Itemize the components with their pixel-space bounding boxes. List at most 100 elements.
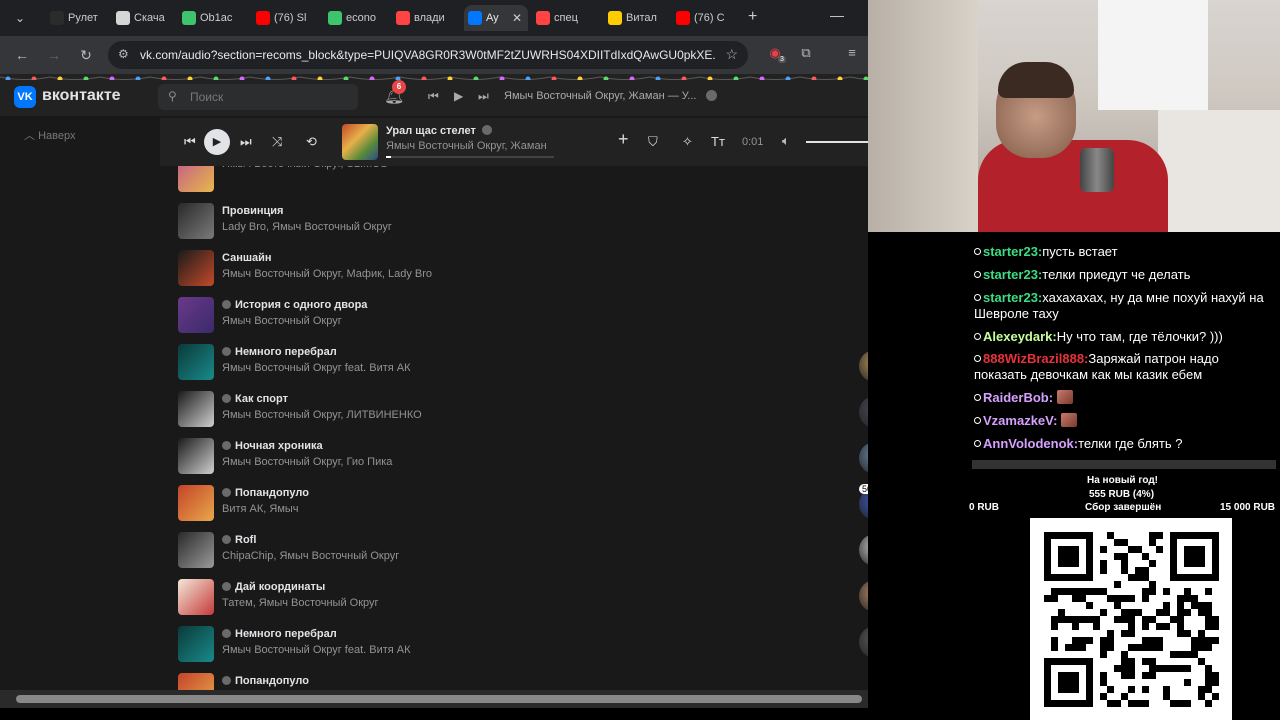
recommendations-sparkle-icon[interactable]: ✧	[682, 134, 693, 150]
track-row[interactable]: История с одного двора Ямыч Восточный Окр…	[160, 291, 860, 338]
vk-logo-text[interactable]: вконтакте	[42, 87, 121, 105]
track-row[interactable]: Ямыч Восточный Округ, SLIMUS	[160, 166, 860, 197]
tab-close-icon[interactable]: ✕	[512, 5, 522, 31]
track-row[interactable]: Провинция Lady Bro, Ямыч Восточный Округ	[160, 197, 860, 244]
track-title[interactable]: Провинция	[222, 205, 283, 217]
track-cover[interactable]	[178, 579, 214, 615]
tab-1[interactable]: Рулет	[46, 5, 106, 31]
track-cover[interactable]	[178, 166, 214, 192]
vk-logo-icon[interactable]: VK	[14, 86, 36, 108]
track-artist[interactable]: Ямыч Восточный Округ, ЛИТВИНЕНКО	[222, 409, 422, 421]
track-row[interactable]: Попандопуло Витя АК, Ямыч	[160, 479, 860, 526]
track-artist[interactable]: Ямыч Восточный Округ	[222, 315, 342, 327]
track-title[interactable]: Как спорт	[222, 393, 288, 405]
forward-icon[interactable]: →	[44, 45, 64, 65]
track-artist[interactable]: Ямыч Восточный Округ, SLIMUS	[222, 166, 387, 170]
scrollbar-thumb[interactable]	[16, 695, 862, 703]
avatar[interactable]	[859, 626, 868, 658]
track-cover[interactable]	[178, 485, 214, 521]
track-row[interactable]: Саншайн Ямыч Восточный Округ, Мафик, Lady…	[160, 244, 860, 291]
tab-2[interactable]: Скача	[112, 5, 172, 31]
header-play-icon[interactable]: ▶	[454, 89, 463, 103]
search-input[interactable]: ⚲ Поиск	[158, 84, 358, 110]
track-title[interactable]: Попандопуло	[222, 487, 309, 499]
menu-icon[interactable]: ≡	[843, 45, 861, 63]
track-artist[interactable]: ChipaChip, Ямыч Восточный Округ	[222, 550, 399, 562]
tab-6[interactable]: влади	[392, 5, 452, 31]
site-info-icon[interactable]: ⚙	[118, 47, 129, 61]
track-title[interactable]: Rofl	[222, 534, 256, 546]
track-cover[interactable]	[178, 344, 214, 380]
prev-track-icon[interactable]: ⏮	[184, 134, 196, 150]
tab-5[interactable]: econo	[324, 5, 384, 31]
scroll-to-top-link[interactable]: ︿ Наверх	[24, 127, 75, 143]
extensions-puzzle-icon[interactable]: ⧉	[797, 45, 815, 63]
avatar[interactable]	[859, 350, 868, 382]
track-cover[interactable]	[178, 626, 214, 662]
track-artist[interactable]: Ямыч Восточный Округ, Гио Пика	[222, 456, 392, 468]
track-row[interactable]: Как спорт Ямыч Восточный Округ, ЛИТВИНЕНК…	[160, 385, 860, 432]
next-track-icon[interactable]: ⏭	[240, 134, 252, 150]
track-artist[interactable]: Ямыч Восточный Округ feat. Витя АК	[222, 644, 411, 656]
qr-module	[1114, 616, 1121, 623]
now-playing-title[interactable]: Урал щас стелет	[386, 125, 492, 137]
track-cover[interactable]	[178, 438, 214, 474]
bookmark-star-icon[interactable]: ☆	[725, 46, 738, 63]
track-artist[interactable]: Витя АК, Ямыч	[222, 503, 299, 515]
tab-7[interactable]: Ay ✕	[464, 5, 528, 31]
minimize-icon[interactable]: —	[830, 7, 844, 23]
track-artist[interactable]: Lady Bro, Ямыч Восточный Округ	[222, 221, 392, 233]
track-title[interactable]: Немного перебрал	[222, 346, 337, 358]
avatar[interactable]	[859, 580, 868, 612]
now-playing-artist[interactable]: Ямыч Восточный Округ, Жаман	[386, 140, 547, 152]
play-button[interactable]: ▶	[204, 129, 230, 155]
track-cover[interactable]	[178, 250, 214, 286]
avatar[interactable]	[859, 534, 868, 566]
tab-3[interactable]: Ob1ac	[178, 5, 238, 31]
add-icon[interactable]: +	[618, 129, 629, 150]
qr-module	[1093, 588, 1100, 595]
track-row[interactable]: Дай координаты Татем, Ямыч Восточный Окру…	[160, 573, 860, 620]
track-cover[interactable]	[178, 391, 214, 427]
address-bar[interactable]: ⚙ vk.com/audio?section=recoms_block&type…	[108, 41, 748, 69]
header-now-playing[interactable]: Ямыч Восточный Округ, Жаман — У...	[504, 90, 717, 102]
track-cover[interactable]	[178, 203, 214, 239]
track-title[interactable]: Немного перебрал	[222, 628, 337, 640]
avatar[interactable]	[859, 396, 868, 428]
repeat-icon[interactable]: ⟲	[306, 134, 317, 150]
track-title[interactable]: Дай координаты	[222, 581, 325, 593]
track-title[interactable]: История с одного двора	[222, 299, 367, 311]
avatar[interactable]	[859, 442, 868, 474]
track-row[interactable]: Ночная хроника Ямыч Восточный Округ, Гио …	[160, 432, 860, 479]
url-text[interactable]: vk.com/audio?section=recoms_block&type=P…	[140, 48, 715, 62]
horizontal-scrollbar[interactable]	[0, 690, 868, 708]
track-cover[interactable]	[178, 532, 214, 568]
tab-4[interactable]: (76) Sl	[252, 5, 312, 31]
reload-icon[interactable]: ↻	[76, 45, 96, 65]
header-next-icon[interactable]: ⏭	[478, 89, 489, 104]
header-prev-icon[interactable]: ⏮	[428, 89, 439, 104]
track-artist[interactable]: Ямыч Восточный Округ feat. Витя АК	[222, 362, 411, 374]
chat-message: starter23:пусть встает	[974, 244, 1274, 260]
track-row[interactable]: Немного перебрал Ямыч Восточный Округ fea…	[160, 620, 860, 667]
progress-bar[interactable]	[386, 156, 554, 158]
lyrics-icon[interactable]: Tт	[711, 134, 725, 149]
track-row[interactable]: Немного перебрал Ямыч Восточный Округ fea…	[160, 338, 860, 385]
tab-search-icon[interactable]: ⌄	[10, 8, 30, 28]
back-icon[interactable]: ←	[12, 45, 32, 65]
track-row[interactable]: Rofl ChipaChip, Ямыч Восточный Округ	[160, 526, 860, 573]
dislike-icon[interactable]: ⛉	[648, 134, 658, 150]
new-tab-icon[interactable]: +	[748, 7, 757, 27]
shuffle-icon[interactable]: ⤨	[272, 134, 282, 150]
tab-9[interactable]: Витал	[604, 5, 664, 31]
volume-icon[interactable]: 🔈︎	[782, 133, 790, 149]
track-title[interactable]: Ночная хроника	[222, 440, 323, 452]
tab-10[interactable]: (76) C	[672, 5, 732, 31]
track-title[interactable]: Попандопуло	[222, 675, 309, 687]
track-artist[interactable]: Татем, Ямыч Восточный Округ	[222, 597, 379, 609]
track-cover[interactable]	[178, 297, 214, 333]
volume-slider[interactable]	[806, 141, 868, 143]
track-title[interactable]: Саншайн	[222, 252, 272, 264]
track-artist[interactable]: Ямыч Восточный Округ, Мафик, Lady Bro	[222, 268, 432, 280]
tab-8[interactable]: спец	[532, 5, 592, 31]
